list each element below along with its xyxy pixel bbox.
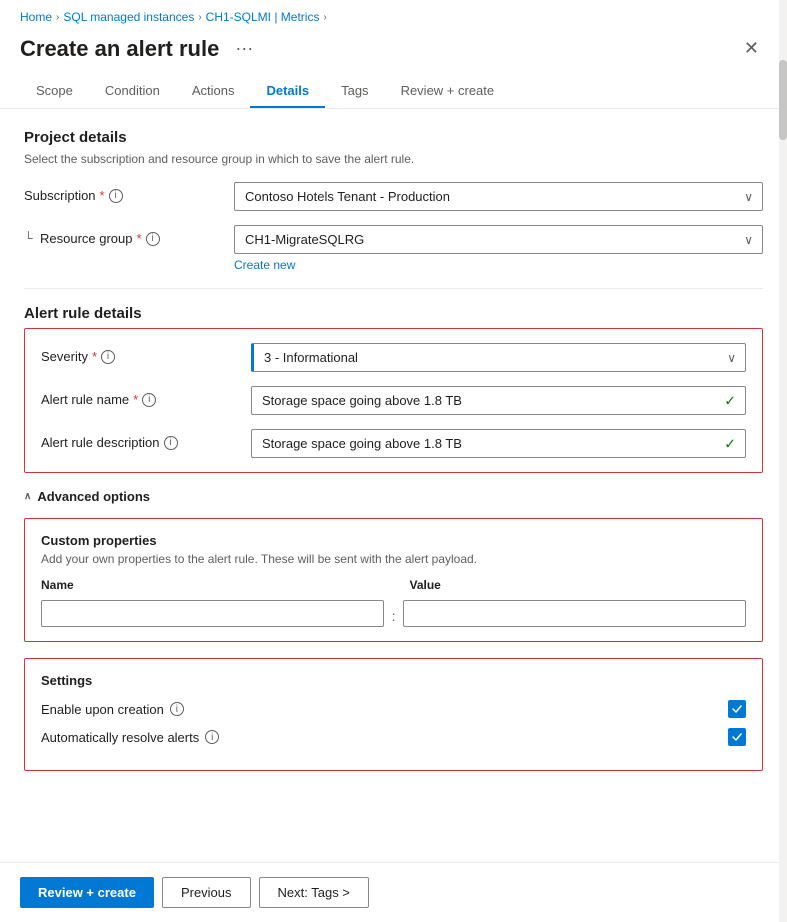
breadcrumb-chevron-1: › — [56, 12, 59, 23]
breadcrumb-chevron-3: › — [323, 12, 326, 23]
auto-resolve-checkbox[interactable] — [728, 728, 746, 746]
header: Create an alert rule ··· ✕ — [0, 30, 787, 75]
tab-review-create[interactable]: Review + create — [385, 75, 511, 108]
severity-label: Severity * i — [41, 343, 241, 364]
resource-group-info-icon[interactable]: i — [146, 232, 160, 246]
breadcrumb-sql[interactable]: SQL managed instances — [63, 10, 194, 24]
resolve-info-icon[interactable]: i — [205, 730, 219, 744]
auto-resolve-label: Automatically resolve alerts i — [41, 730, 219, 745]
alert-rule-desc-input[interactable]: Storage space going above 1.8 TB — [251, 429, 746, 458]
settings-title: Settings — [41, 673, 746, 688]
review-create-button[interactable]: Review + create — [20, 877, 154, 908]
enable-upon-creation-label: Enable upon creation i — [41, 702, 184, 717]
alert-rule-name-info-icon[interactable]: i — [142, 393, 156, 407]
next-tags-button[interactable]: Next: Tags > — [259, 877, 369, 908]
alert-rule-name-row: Alert rule name * i Storage space going … — [41, 386, 746, 415]
alert-rule-name-input[interactable]: Storage space going above 1.8 TB — [251, 386, 746, 415]
subscription-required: * — [100, 188, 105, 203]
header-left: Create an alert rule ··· — [20, 36, 259, 62]
breadcrumb: Home › SQL managed instances › CH1-SQLMI… — [0, 0, 787, 30]
alert-rule-name-input-wrapper: Storage space going above 1.8 TB ✓ — [251, 386, 746, 415]
advanced-options-header[interactable]: ∧ Advanced options — [24, 489, 763, 504]
custom-props-value-input[interactable] — [403, 600, 746, 627]
enable-info-icon[interactable]: i — [170, 702, 184, 716]
tab-scope[interactable]: Scope — [20, 75, 89, 108]
previous-button[interactable]: Previous — [162, 877, 251, 908]
breadcrumb-metrics[interactable]: CH1-SQLMI | Metrics — [206, 10, 320, 24]
alert-rule-desc-input-wrapper: Storage space going above 1.8 TB ✓ — [251, 429, 746, 458]
alert-rule-desc-info-icon[interactable]: i — [164, 436, 178, 450]
severity-info-icon[interactable]: i — [101, 350, 115, 364]
subscription-label: Subscription * i — [24, 182, 224, 203]
project-details-desc: Select the subscription and resource gro… — [24, 152, 763, 166]
custom-props-headers: Name Value — [41, 578, 746, 592]
alert-rule-details-title: Alert rule details — [24, 305, 763, 322]
custom-props-row: : — [41, 600, 746, 627]
close-button[interactable]: ✕ — [736, 34, 767, 63]
breadcrumb-chevron-2: › — [198, 12, 201, 23]
project-details-title: Project details — [24, 129, 763, 146]
alert-rule-name-control: Storage space going above 1.8 TB ✓ — [251, 386, 746, 415]
alert-rule-name-label: Alert rule name * i — [41, 386, 241, 407]
advanced-options-section: ∧ Advanced options Custom properties Add… — [24, 489, 763, 771]
resource-group-select-wrapper: CH1-MigrateSQLRG ∨ — [234, 225, 763, 254]
more-button[interactable]: ··· — [229, 36, 259, 61]
tab-condition[interactable]: Condition — [89, 75, 176, 108]
alert-rule-desc-valid-icon: ✓ — [724, 435, 736, 452]
subscription-control: Contoso Hotels Tenant - Production ∨ — [234, 182, 763, 211]
divider-1 — [24, 288, 763, 289]
panel: Home › SQL managed instances › CH1-SQLMI… — [0, 0, 787, 922]
subscription-info-icon[interactable]: i — [109, 189, 123, 203]
tab-tags[interactable]: Tags — [325, 75, 384, 108]
resource-group-required: * — [137, 231, 142, 246]
tab-details[interactable]: Details — [250, 75, 325, 108]
page-title: Create an alert rule — [20, 36, 219, 62]
subscription-select[interactable]: Contoso Hotels Tenant - Production — [234, 182, 763, 211]
severity-control: 0 - Critical 1 - Error 2 - Warning 3 - I… — [251, 343, 746, 372]
tab-actions[interactable]: Actions — [176, 75, 251, 108]
enable-upon-creation-row: Enable upon creation i — [41, 700, 746, 718]
settings-box: Settings Enable upon creation i — [24, 658, 763, 771]
custom-props-title: Custom properties — [41, 533, 746, 548]
project-details-section: Project details Select the subscription … — [24, 129, 763, 272]
scrollbar-track — [779, 0, 787, 922]
advanced-options-chevron-icon: ∧ — [24, 491, 31, 502]
resource-group-label: └ Resource group * i — [24, 225, 224, 246]
alert-rule-desc-row: Alert rule description i Storage space g… — [41, 429, 746, 458]
create-new-link[interactable]: Create new — [234, 258, 295, 272]
tabs: Scope Condition Actions Details Tags Rev… — [0, 75, 787, 109]
resource-group-row: └ Resource group * i CH1-MigrateSQLRG ∨ … — [24, 225, 763, 272]
auto-resolve-row: Automatically resolve alerts i — [41, 728, 746, 746]
resource-group-select[interactable]: CH1-MigrateSQLRG — [234, 225, 763, 254]
custom-props-name-input[interactable] — [41, 600, 384, 627]
footer: Review + create Previous Next: Tags > — [0, 862, 787, 922]
alert-rule-details-section: Alert rule details Severity * i 0 - Crit… — [24, 305, 763, 473]
scrollbar-thumb[interactable] — [779, 60, 787, 140]
custom-props-desc: Add your own properties to the alert rul… — [41, 552, 746, 566]
alert-rule-box: Severity * i 0 - Critical 1 - Error 2 - … — [24, 328, 763, 473]
enable-upon-creation-checkbox[interactable] — [728, 700, 746, 718]
advanced-options-title: Advanced options — [37, 489, 150, 504]
custom-props-colon: : — [392, 604, 396, 624]
content-area: Project details Select the subscription … — [0, 109, 787, 862]
breadcrumb-home[interactable]: Home — [20, 10, 52, 24]
severity-required: * — [92, 349, 97, 364]
severity-select-wrapper: 0 - Critical 1 - Error 2 - Warning 3 - I… — [251, 343, 746, 372]
resource-group-control: CH1-MigrateSQLRG ∨ Create new — [234, 225, 763, 272]
custom-props-name-header: Name — [41, 578, 378, 592]
alert-rule-name-valid-icon: ✓ — [724, 392, 736, 409]
severity-select[interactable]: 0 - Critical 1 - Error 2 - Warning 3 - I… — [251, 343, 746, 372]
alert-rule-name-required: * — [133, 392, 138, 407]
subscription-select-wrapper: Contoso Hotels Tenant - Production ∨ — [234, 182, 763, 211]
alert-rule-desc-control: Storage space going above 1.8 TB ✓ — [251, 429, 746, 458]
severity-row: Severity * i 0 - Critical 1 - Error 2 - … — [41, 343, 746, 372]
custom-properties-box: Custom properties Add your own propertie… — [24, 518, 763, 642]
custom-props-value-header: Value — [410, 578, 747, 592]
alert-rule-desc-label: Alert rule description i — [41, 429, 241, 450]
subscription-row: Subscription * i Contoso Hotels Tenant -… — [24, 182, 763, 211]
